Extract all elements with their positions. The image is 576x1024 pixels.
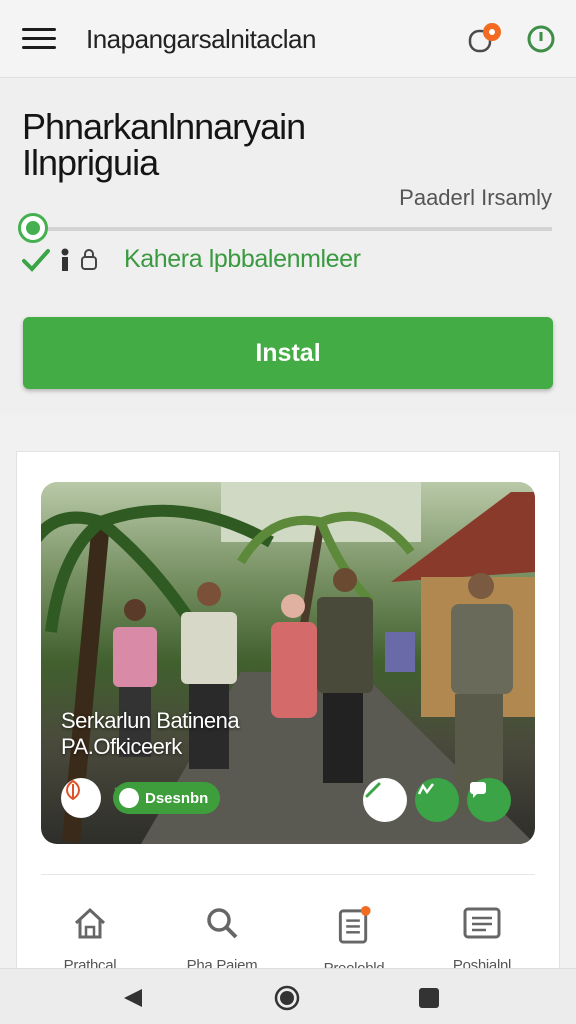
photo-caption: Serkarlun Batinena PA.Ofkiceerk: [61, 708, 240, 759]
nav-item-search[interactable]: Pha Pajem: [162, 905, 282, 977]
back-icon: [124, 989, 142, 1007]
app-name: Phnarkanlnnaryain Ilnpriguia: [22, 106, 306, 183]
leaf-badge-button[interactable]: [61, 778, 101, 818]
recents-icon: [419, 988, 439, 1008]
install-button[interactable]: Instal: [23, 317, 553, 389]
progress-bar: [18, 213, 552, 243]
library-icon: [463, 907, 501, 939]
nav-item-updates[interactable]: Preolobld: [294, 905, 414, 977]
timer-button[interactable]: [524, 22, 558, 56]
menu-button[interactable]: [22, 28, 56, 52]
home-icon: [74, 907, 106, 939]
person-icon: [61, 248, 69, 271]
nav-item-home[interactable]: Prathcal: [30, 905, 150, 977]
timer-icon: [527, 25, 555, 53]
card-divider: [41, 874, 535, 875]
system-nav-bar: [0, 968, 576, 1024]
notification-button[interactable]: [466, 22, 502, 56]
content-card: Serkarlun Batinena PA.Ofkiceerk Dsesnbn: [16, 451, 560, 971]
edit-button[interactable]: [363, 778, 407, 822]
app-bar-title: Inapangarsalnitaclan: [86, 24, 316, 54]
pencil-icon: [365, 782, 381, 798]
comment-icon: [470, 782, 486, 798]
home-system-button[interactable]: [274, 985, 300, 1016]
progress-handle[interactable]: [18, 213, 48, 243]
back-button[interactable]: [122, 987, 144, 1014]
meta-row: Kahera lpbbalenmleer: [22, 245, 361, 274]
check-icon: [114, 784, 139, 808]
check-leaf-icon: [22, 248, 50, 272]
bottom-navigation: Prathcal Pha Pajem Preolobld Poshialnl: [0, 895, 576, 977]
nav-item-library[interactable]: Poshialnl: [422, 905, 542, 977]
share-button[interactable]: [415, 778, 459, 822]
home-circle-icon: [274, 985, 300, 1011]
publisher-name[interactable]: Paaderl Irsamly: [399, 185, 552, 211]
notification-icon: [468, 23, 501, 53]
clipboard-icon: [338, 905, 371, 944]
status-chip[interactable]: Dsesnbn: [113, 782, 221, 814]
village-photo[interactable]: Serkarlun Batinena PA.Ofkiceerk Dsesnbn: [41, 482, 535, 844]
share-icon: [417, 783, 434, 795]
recents-button[interactable]: [418, 987, 440, 1014]
meta-text: Kahera lpbbalenmleer: [124, 245, 361, 273]
search-icon: [207, 908, 238, 939]
lock-icon: [81, 248, 97, 270]
top-app-bar: Inapangarsalnitaclan: [0, 0, 576, 78]
leaf-icon: [66, 779, 80, 801]
menu-icon: [22, 28, 56, 31]
app-header: Phnarkanlnnaryain Ilnpriguia Paaderl Irs…: [0, 79, 576, 415]
comment-button[interactable]: [467, 778, 511, 822]
